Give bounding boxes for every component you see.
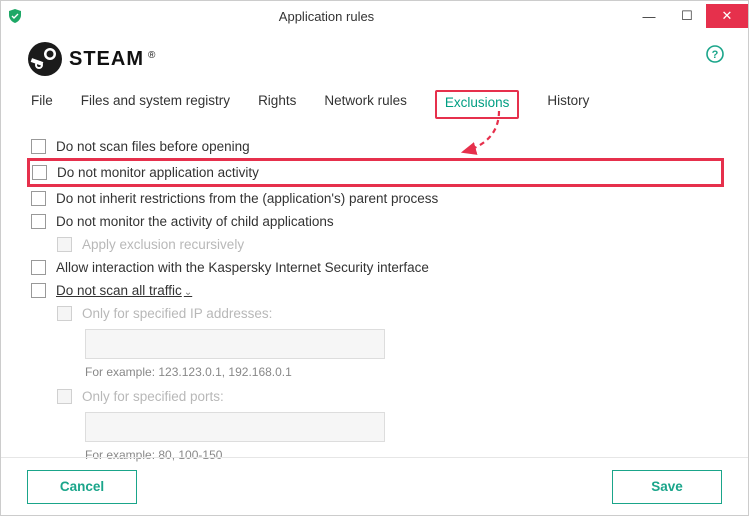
option-label: Only for specified IP addresses: [82,306,272,321]
tab-rights[interactable]: Rights [258,93,296,119]
tab-bar: File Files and system registry Rights Ne… [1,81,748,119]
app-name: STEAM [69,48,144,71]
option-no-scan-traffic: Do not scan all traffic⌄ [31,279,718,302]
cancel-button[interactable]: Cancel [27,470,137,504]
tab-exclusions[interactable]: Exclusions [435,90,520,119]
close-button[interactable]: ✕ [706,4,748,28]
tab-network-rules[interactable]: Network rules [324,93,407,119]
titlebar: Application rules ― ☐ ✕ [1,1,748,31]
svg-text:?: ? [712,49,719,61]
ports-input [85,412,385,442]
app-shield-icon [7,8,23,24]
checkbox-no-scan-traffic[interactable] [31,283,46,298]
exclusions-content: Do not scan files before opening Do not … [1,119,748,468]
option-label: Do not scan files before opening [56,139,250,154]
chevron-down-icon: ⌄ [184,287,192,298]
option-label: Apply exclusion recursively [82,237,244,252]
checkbox-only-ports [57,389,72,404]
tab-files-registry[interactable]: Files and system registry [81,93,230,119]
option-apply-recursive: Apply exclusion recursively [31,233,718,256]
option-no-monitor-child: Do not monitor the activity of child app… [31,210,718,233]
checkbox-only-ip [57,306,72,321]
footer: Cancel Save [1,457,748,515]
tab-file[interactable]: File [31,93,53,119]
option-only-ports: Only for specified ports: [31,385,718,408]
option-label: Do not monitor the activity of child app… [56,214,334,229]
checkbox-no-inherit[interactable] [31,191,46,206]
application-rules-window: Application rules ― ☐ ✕ STEAM ® ? File F… [0,0,749,516]
option-label: Only for specified ports: [82,389,224,404]
checkbox-no-monitor-child[interactable] [31,214,46,229]
checkbox-apply-recursive [57,237,72,252]
steam-logo: STEAM ® [27,41,155,77]
steam-icon [27,41,63,77]
maximize-button[interactable]: ☐ [668,4,706,28]
option-only-ip: Only for specified IP addresses: [31,302,718,325]
checkbox-no-monitor-activity[interactable] [32,165,47,180]
option-label: Do not inherit restrictions from the (ap… [56,191,438,206]
window-controls: ― ☐ ✕ [630,4,748,28]
option-label: Do not monitor application activity [57,165,259,180]
option-no-scan-open: Do not scan files before opening [31,135,718,158]
help-icon[interactable]: ? [706,45,724,63]
window-title: Application rules [23,9,630,24]
header-row: STEAM ® ? [1,31,748,81]
save-button[interactable]: Save [612,470,722,504]
checkbox-no-scan-open[interactable] [31,139,46,154]
option-label: Allow interaction with the Kaspersky Int… [56,260,429,275]
tab-history[interactable]: History [547,93,589,119]
option-allow-interaction: Allow interaction with the Kaspersky Int… [31,256,718,279]
option-no-inherit: Do not inherit restrictions from the (ap… [31,187,718,210]
ip-hint: For example: 123.123.0.1, 192.168.0.1 [31,363,718,385]
checkbox-allow-interaction[interactable] [31,260,46,275]
ip-addresses-input [85,329,385,359]
option-no-monitor-activity: Do not monitor application activity [27,158,724,187]
no-scan-traffic-dropdown[interactable]: Do not scan all traffic⌄ [56,283,192,298]
minimize-button[interactable]: ― [630,4,668,28]
